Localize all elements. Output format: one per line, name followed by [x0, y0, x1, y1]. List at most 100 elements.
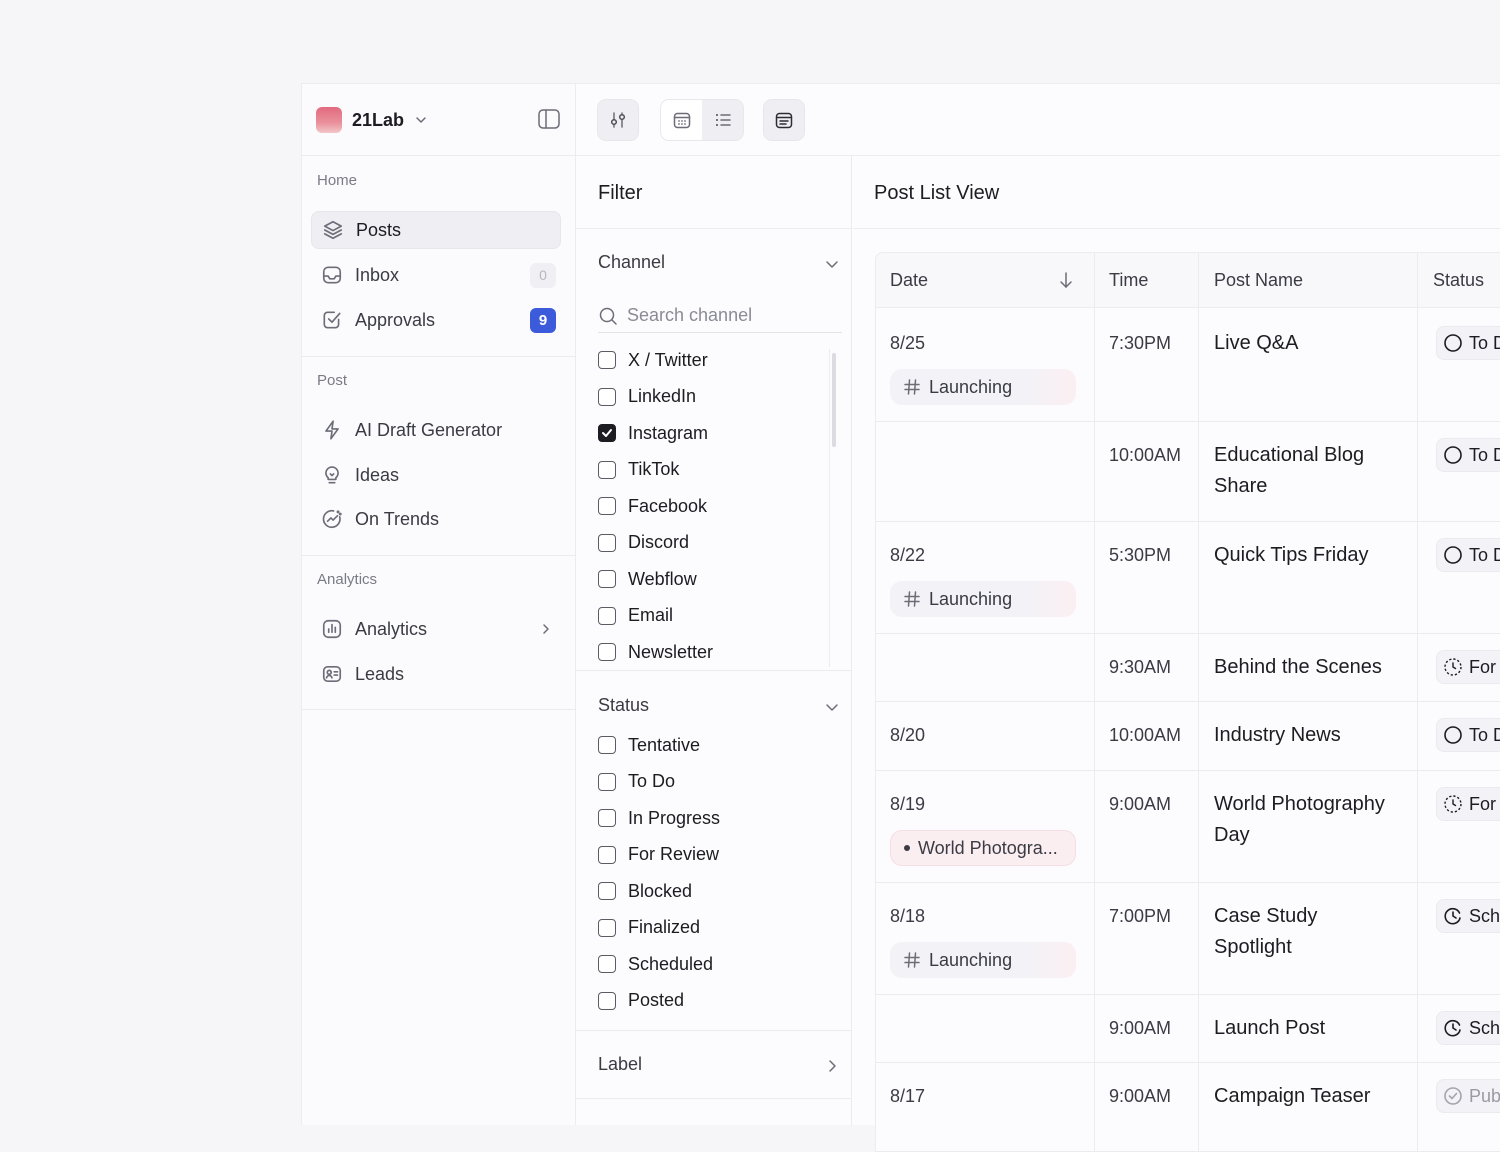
filter-option-blocked[interactable]: Blocked [598, 877, 692, 905]
checkbox[interactable] [598, 955, 616, 973]
schedule-button[interactable] [763, 99, 805, 141]
filter-option-label: Facebook [628, 495, 708, 516]
filter-option-discord[interactable]: Discord [598, 529, 689, 557]
calendar-view-button[interactable] [661, 100, 702, 140]
row-time: 7:30PM [1109, 333, 1172, 353]
calendar-icon [673, 112, 690, 129]
row-post-name[interactable]: Live Q&A [1214, 328, 1414, 359]
row-post-name[interactable]: World Photography Day [1214, 789, 1414, 851]
label-tag[interactable]: Launching [890, 581, 1076, 617]
channel-group-title[interactable]: Channel [598, 252, 665, 273]
section-title: Home [317, 172, 358, 189]
row-date: 8/22 [890, 545, 926, 565]
filter-option-linkedin[interactable]: LinkedIn [598, 383, 696, 411]
status-chip[interactable]: To D [1436, 718, 1500, 752]
filter-toggle-button[interactable] [597, 99, 639, 141]
chevron-down-icon[interactable] [824, 699, 840, 715]
checkbox[interactable] [598, 809, 616, 827]
post-name-line: Campaign Teaser [1214, 1085, 1371, 1107]
status-group-title[interactable]: Status [598, 695, 649, 716]
column-header-date[interactable]: Date [876, 253, 1094, 308]
checkbox[interactable] [598, 606, 616, 625]
chevron-down-icon[interactable] [824, 256, 840, 272]
sort-descending-icon[interactable] [1058, 271, 1074, 289]
filter-panel: Filter Channel X / Twitter LinkedIn Instag… [576, 156, 852, 1126]
status-chip[interactable]: To D [1436, 538, 1500, 572]
filter-option-tentative[interactable]: Tentative [598, 731, 700, 759]
checkbox[interactable] [598, 736, 616, 754]
filter-option-x-twitter[interactable]: X / Twitter [598, 346, 708, 374]
lightbulb-icon [325, 466, 339, 484]
filter-option-label: Scheduled [628, 953, 714, 974]
sidebar-item-posts[interactable]: Posts [311, 211, 561, 249]
status-chip[interactable]: For [1436, 650, 1500, 684]
row-date: 8/20 [890, 725, 926, 745]
checkbox[interactable] [598, 882, 616, 900]
filter-option-email[interactable]: Email [598, 602, 673, 630]
list-view-button[interactable] [702, 100, 743, 140]
column-header-time[interactable]: Time [1094, 253, 1198, 308]
filter-option-to-do[interactable]: To Do [598, 768, 675, 796]
sidebar-toggle-button[interactable] [537, 108, 561, 130]
filter-option-tiktok[interactable]: TikTok [598, 456, 679, 484]
row-post-name[interactable]: Behind the Scenes [1214, 652, 1414, 683]
sidebar-item-analytics[interactable]: Analytics [311, 610, 561, 648]
checkbox[interactable] [598, 918, 616, 937]
status-chip[interactable]: Pub [1436, 1079, 1500, 1113]
row-post-name[interactable]: Industry News [1214, 720, 1414, 751]
column-header-post-name[interactable]: Post Name [1198, 253, 1417, 308]
status-chip[interactable]: Sch [1436, 1011, 1500, 1045]
row-post-name[interactable]: Educational Blog Share [1214, 440, 1414, 502]
status-chip[interactable]: Sch [1436, 899, 1500, 933]
divider [576, 228, 851, 229]
sidebar-item-ideas[interactable]: Ideas [311, 456, 561, 494]
row-post-name[interactable]: Campaign Teaser [1214, 1081, 1414, 1112]
row-time: 10:00AM [1109, 445, 1182, 465]
row-time: 10:00AM [1109, 725, 1182, 745]
row-post-name[interactable]: Case Study Spotlight [1214, 901, 1414, 963]
checkbox[interactable] [598, 424, 616, 442]
label-tag[interactable]: Launching [890, 942, 1076, 978]
label-tag[interactable]: Launching [890, 369, 1076, 405]
column-header-status[interactable]: Status [1417, 253, 1500, 308]
checkbox[interactable] [598, 570, 616, 588]
checkbox[interactable] [598, 351, 616, 369]
checkbox[interactable] [598, 387, 616, 406]
chevron-right-icon[interactable] [824, 1058, 840, 1074]
sidebar-item-on-trends[interactable]: On Trends [311, 500, 561, 538]
filter-option-scheduled[interactable]: Scheduled [598, 950, 713, 978]
filter-option-facebook[interactable]: Facebook [598, 492, 707, 520]
divider [853, 228, 1500, 229]
filter-option-newsletter[interactable]: Newsletter [598, 638, 713, 666]
checkbox[interactable] [598, 460, 616, 479]
status-chip[interactable]: For [1436, 787, 1500, 821]
filter-option-for-review[interactable]: For Review [598, 841, 719, 869]
checkbox[interactable] [598, 772, 616, 791]
status-text: For [1469, 656, 1496, 677]
filter-option-finalized[interactable]: Finalized [598, 914, 700, 942]
sidebar-item-ai-draft-generator[interactable]: AI Draft Generator [311, 411, 561, 449]
checkbox[interactable] [598, 845, 616, 864]
status-chip[interactable]: To D [1436, 326, 1500, 360]
checkbox[interactable] [598, 533, 616, 552]
filter-option-webflow[interactable]: Webflow [598, 565, 697, 593]
checkbox[interactable] [598, 991, 616, 1010]
filter-option-in-progress[interactable]: In Progress [598, 804, 720, 832]
filter-option-instagram[interactable]: Instagram [598, 419, 708, 447]
checkbox[interactable] [598, 643, 616, 661]
scrollbar-thumb[interactable] [832, 353, 836, 447]
sidebar-item-leads[interactable]: Leads [311, 655, 561, 693]
channel-search-input[interactable] [627, 305, 827, 326]
sidebar-item-label: Leads [355, 663, 405, 684]
row-post-name[interactable]: Quick Tips Friday [1214, 540, 1414, 571]
sidebar-item-inbox[interactable]: Inbox 0 [311, 256, 561, 294]
label-group-title[interactable]: Label [598, 1054, 642, 1075]
checkbox[interactable] [598, 497, 616, 515]
row-post-name[interactable]: Launch Post [1214, 1013, 1414, 1044]
workspace-switcher[interactable]: 21Lab [316, 106, 428, 134]
sidebar-item-approvals[interactable]: Approvals 9 [311, 301, 561, 339]
status-chip[interactable]: To D [1436, 438, 1500, 472]
label-tag[interactable]: World Photogra... [890, 830, 1076, 866]
row-divider [876, 521, 1500, 522]
filter-option-posted[interactable]: Posted [598, 987, 684, 1015]
